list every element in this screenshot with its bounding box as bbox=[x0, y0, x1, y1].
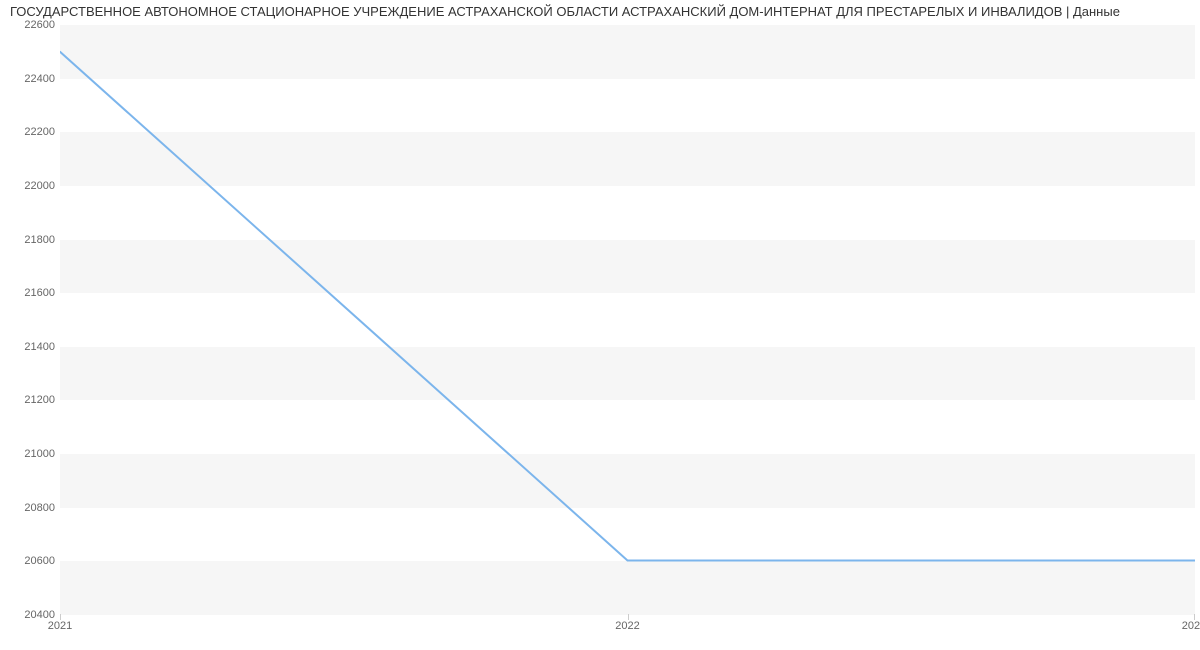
y-tick-label: 20400 bbox=[24, 609, 55, 621]
grid-band bbox=[60, 240, 1195, 294]
chart-title: ГОСУДАРСТВЕННОЕ АВТОНОМНОЕ СТАЦИОНАРНОЕ … bbox=[10, 4, 1200, 19]
y-tick-label: 21600 bbox=[24, 287, 55, 299]
plot-area: 2021 2022 2023 bbox=[60, 25, 1195, 615]
x-tick-label: 2021 bbox=[48, 620, 72, 632]
line-chart-svg bbox=[60, 25, 1195, 614]
y-tick-label: 21000 bbox=[24, 448, 55, 460]
grid-band bbox=[60, 25, 1195, 79]
grid-band bbox=[60, 132, 1195, 186]
grid-band bbox=[60, 454, 1195, 508]
y-tick-label: 20800 bbox=[24, 502, 55, 514]
chart-container: ГОСУДАРСТВЕННОЕ АВТОНОМНОЕ СТАЦИОНАРНОЕ … bbox=[0, 0, 1200, 650]
y-tick-label: 22600 bbox=[24, 19, 55, 31]
y-tick-label: 21400 bbox=[24, 341, 55, 353]
y-tick-label: 22400 bbox=[24, 73, 55, 85]
y-tick-label: 22000 bbox=[24, 180, 55, 192]
y-tick-label: 21200 bbox=[24, 394, 55, 406]
y-tick-label: 22200 bbox=[24, 126, 55, 138]
grid-band bbox=[60, 561, 1195, 615]
x-tick-label: 2022 bbox=[615, 620, 639, 632]
x-tick-label: 2023 bbox=[1182, 620, 1200, 632]
y-tick-label: 20600 bbox=[24, 555, 55, 567]
y-tick-label: 21800 bbox=[24, 234, 55, 246]
grid-band bbox=[60, 347, 1195, 401]
